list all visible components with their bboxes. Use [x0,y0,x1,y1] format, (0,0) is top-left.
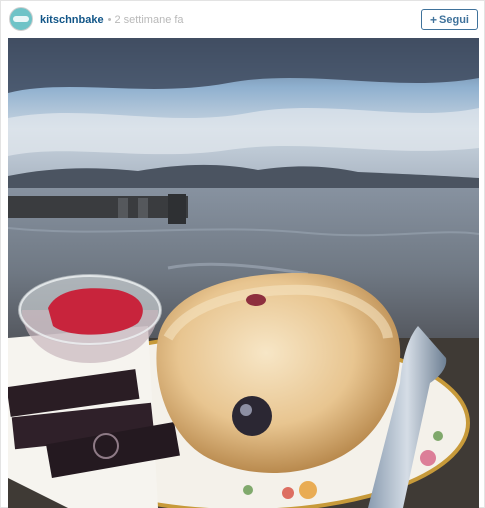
follow-label: Segui [439,13,469,26]
post-timestamp[interactable]: 2 settimane fa [114,14,183,26]
post-header: kitschnbake • 2 settimane fa + Segui [1,1,484,37]
avatar-logo-icon [13,16,29,22]
separator-dot: • [107,14,112,26]
username-link[interactable]: kitschnbake [40,14,104,26]
plus-icon: + [430,12,438,27]
follow-button[interactable]: + Segui [421,9,478,30]
post-card: kitschnbake • 2 settimane fa + Segui [0,0,485,508]
avatar[interactable] [9,7,33,31]
post-photo[interactable] [8,38,479,508]
user-row: kitschnbake • 2 settimane fa [40,13,184,27]
